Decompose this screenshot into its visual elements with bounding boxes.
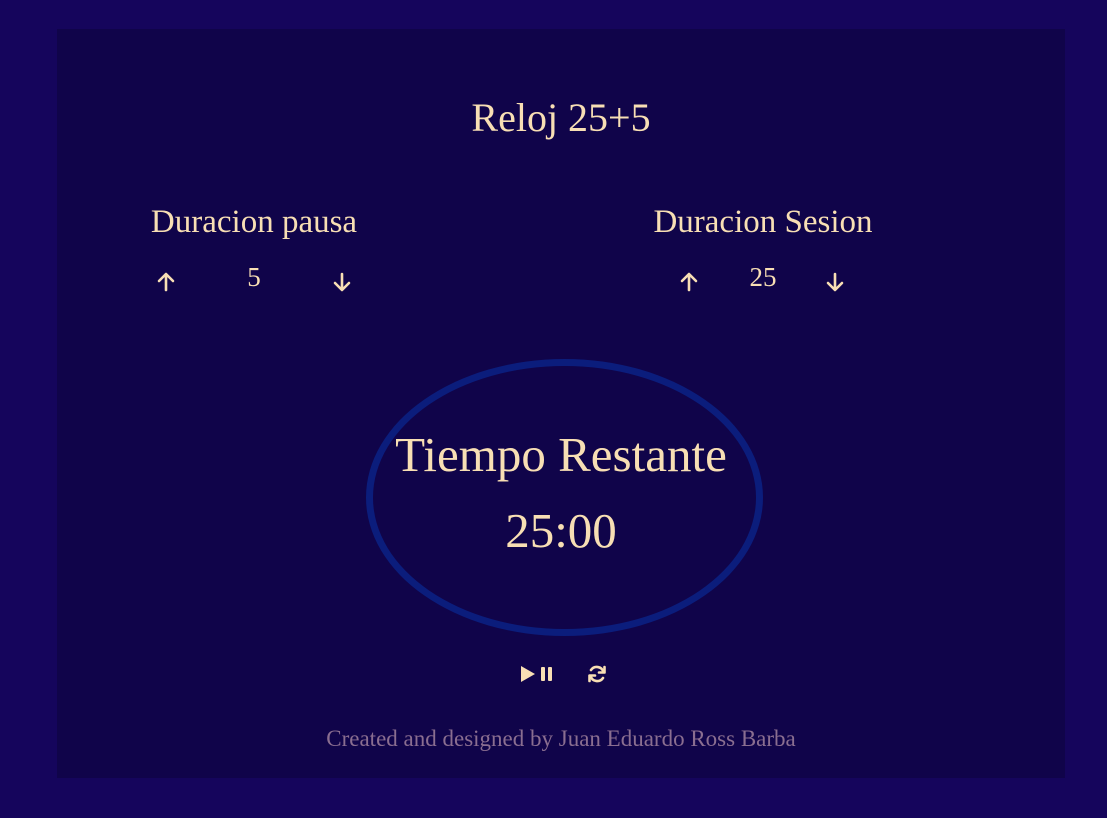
session-control-row: 25 — [603, 261, 923, 301]
break-length-value: 5 — [247, 262, 261, 292]
timer-label: Tiempo Restante — [395, 427, 727, 482]
refresh-icon — [588, 665, 606, 683]
break-control: Duracion pausa 5 — [94, 203, 414, 301]
session-control: Duracion Sesion 25 — [603, 203, 923, 301]
break-increment-button[interactable] — [151, 267, 181, 297]
session-increment-button[interactable] — [674, 267, 704, 297]
session-length-value: 25 — [749, 262, 777, 292]
arrow-up-icon — [157, 272, 175, 292]
start-stop-button[interactable] — [517, 661, 557, 687]
break-decrement-button[interactable] — [327, 267, 357, 297]
break-control-row: 5 — [94, 261, 414, 301]
reset-button[interactable] — [584, 661, 610, 687]
app-container: Reloj 25+5 Duracion pausa 5 Duracion Ses… — [57, 29, 1065, 778]
play-pause-icon — [521, 666, 552, 682]
timer-ring — [366, 359, 763, 636]
arrow-up-icon — [680, 272, 698, 292]
timer-controls — [57, 661, 1065, 687]
arrow-down-icon — [826, 272, 844, 292]
arrow-down-icon — [333, 272, 351, 292]
author-credit: Created and designed by Juan Eduardo Ros… — [326, 726, 796, 751]
session-decrement-button[interactable] — [820, 267, 850, 297]
session-label: Duracion Sesion — [653, 204, 873, 240]
break-label: Duracion pausa — [150, 204, 358, 240]
app-title: Reloj 25+5 — [471, 95, 651, 140]
time-left: 25:00 — [505, 503, 617, 558]
